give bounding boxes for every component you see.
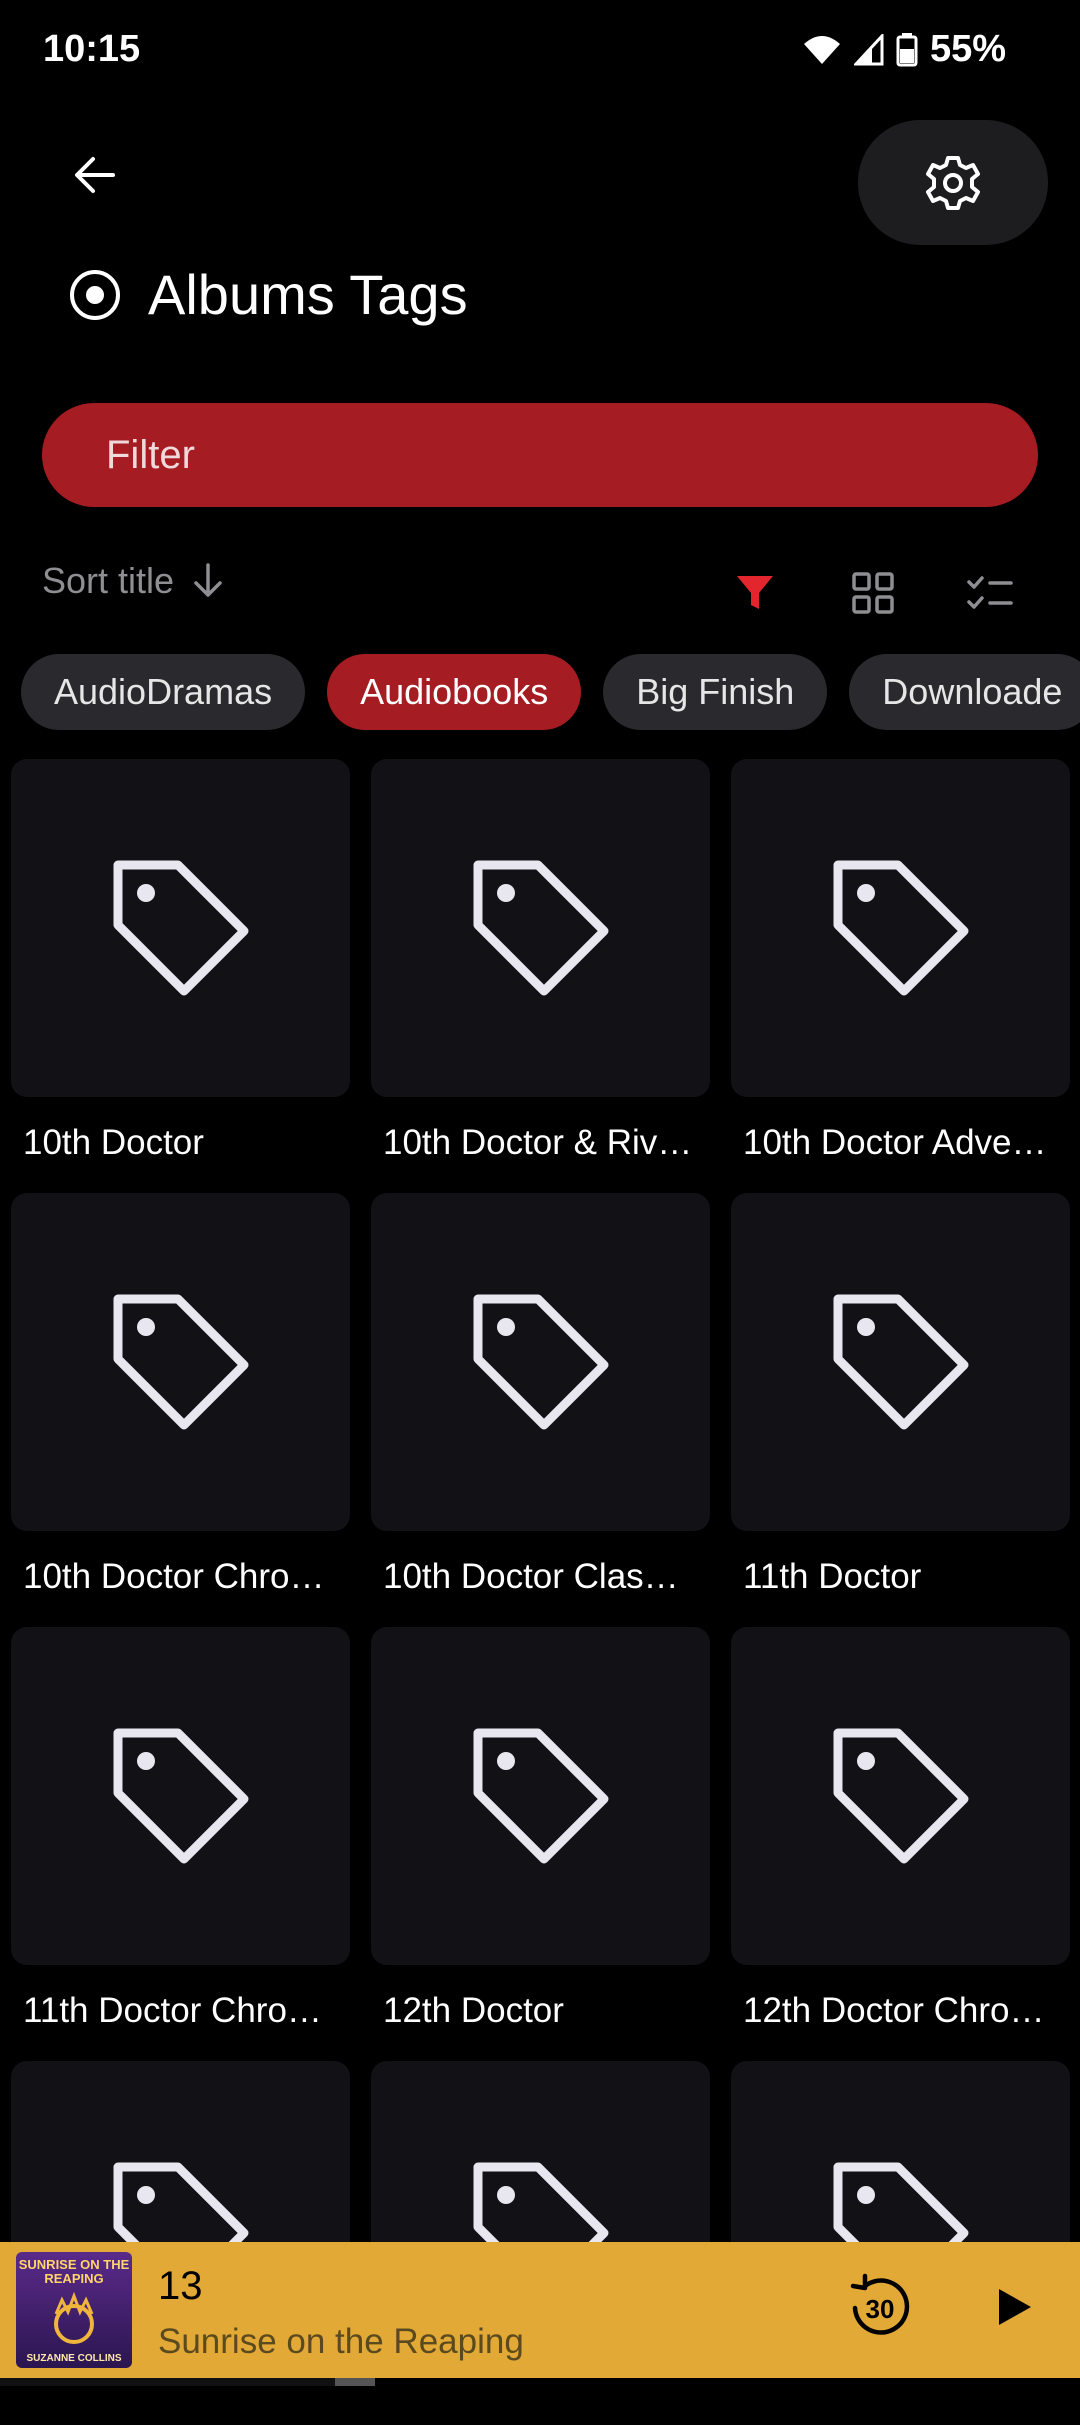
select-mode-button[interactable] (962, 565, 1018, 621)
tag-icon (833, 1728, 968, 1864)
replay-30-button[interactable]: 30 (845, 2272, 915, 2342)
view-toolbar (0, 565, 1080, 621)
mini-player[interactable]: SUNRISE ON THE REAPING SUZANNE COLLINS 1… (0, 2242, 1080, 2392)
tag-label: 10th Doctor (23, 1123, 204, 1162)
checklist-icon (967, 576, 1013, 609)
album-art-emblem (54, 2291, 94, 2344)
play-icon (999, 2289, 1031, 2325)
tag-icon (833, 1294, 968, 1430)
chip-audiodramas[interactable]: AudioDramas (21, 654, 306, 730)
gear-icon (926, 155, 980, 210)
tag-thumbnail (11, 1627, 350, 1965)
battery-percent: 55% (929, 28, 1006, 70)
settings-button[interactable] (858, 120, 1048, 245)
track-number: 13 (158, 2264, 203, 2308)
playback-progress[interactable] (0, 2378, 1080, 2386)
tag-label: 11th Doctor Chro… (23, 1991, 322, 2030)
tag-thumbnail (11, 759, 350, 1097)
tag-icon (113, 1728, 248, 1864)
tag-label: 12th Doctor (383, 1991, 564, 2030)
tag-tile[interactable]: 12th Doctor Chro… (731, 1627, 1070, 2031)
tag-label: 10th Doctor Clas… (383, 1557, 679, 1596)
tag-thumbnail (371, 759, 710, 1097)
chip-downloaded[interactable]: Downloade (849, 654, 1080, 730)
tag-icon (113, 860, 248, 996)
grid-view-icon (852, 572, 894, 614)
tag-filter-chips: AudioDramas Audiobooks Big Finish Downlo… (21, 654, 1080, 730)
tag-tile[interactable]: 10th Doctor & Riv… (371, 759, 710, 1163)
filter-funnel-icon (737, 576, 773, 609)
tag-tile[interactable]: 11th Doctor Chro… (11, 1627, 350, 2031)
tag-icon (473, 860, 608, 996)
tag-tile[interactable]: 10th Doctor Chro… (11, 1193, 350, 1597)
replay-30-icon: 30 (850, 2273, 910, 2335)
tag-label: 10th Doctor & Riv… (383, 1123, 693, 1162)
tag-tile[interactable]: 10th Doctor Clas… (371, 1193, 710, 1597)
filter-toggle-button[interactable] (727, 565, 783, 621)
tag-thumbnail (731, 759, 1070, 1097)
tag-thumbnail (731, 1627, 1070, 1965)
wifi-icon (803, 35, 840, 64)
signal-icon (853, 33, 884, 65)
album-art-author: SUZANNE COLLINS (26, 2353, 122, 2364)
tag-tile[interactable]: 10th Doctor Adve… (731, 759, 1070, 1163)
back-arrow-icon (75, 157, 115, 193)
tag-tile[interactable]: 12th Doctor (371, 1627, 710, 2031)
tag-label: 10th Doctor Chro… (23, 1557, 325, 1596)
progress-played (0, 2378, 335, 2386)
album-art: SUNRISE ON THE REAPING SUZANNE COLLINS (16, 2252, 132, 2368)
tag-thumbnail (731, 1193, 1070, 1531)
battery-icon (896, 32, 918, 66)
tag-label: 10th Doctor Adve… (743, 1123, 1047, 1162)
tag-label: 11th Doctor (743, 1557, 922, 1596)
tag-thumbnail (371, 1193, 710, 1531)
status-bar: 10:15 55% (0, 0, 1080, 100)
tag-icon (473, 1728, 608, 1864)
play-button[interactable] (978, 2272, 1048, 2342)
track-title: Sunrise on the Reaping (158, 2322, 524, 2361)
tag-thumbnail (11, 1193, 350, 1531)
tag-thumbnail (371, 1627, 710, 1965)
tag-tile[interactable]: 11th Doctor (731, 1193, 1070, 1597)
album-disc-icon (70, 269, 120, 320)
nav-bar (0, 2386, 1080, 2400)
back-button[interactable] (60, 140, 130, 210)
tag-label: 12th Doctor Chro… (743, 1991, 1045, 2030)
status-time: 10:15 (43, 28, 141, 70)
filter-placeholder: Filter (106, 433, 195, 477)
grid-view-button[interactable] (845, 565, 901, 621)
tag-tile[interactable]: 10th Doctor (11, 759, 350, 1163)
chip-big-finish[interactable]: Big Finish (603, 654, 828, 730)
page-header: Albums Tags (68, 262, 468, 327)
tag-icon (473, 1294, 608, 1430)
replay-seconds: 30 (866, 2294, 895, 2324)
page-title: Albums Tags (148, 263, 468, 326)
chip-audiobooks[interactable]: Audiobooks (327, 654, 582, 730)
tag-icon (833, 860, 968, 996)
tag-icon (113, 1294, 248, 1430)
filter-input[interactable]: Filter (42, 403, 1038, 507)
status-icons: 55% (802, 28, 1006, 71)
